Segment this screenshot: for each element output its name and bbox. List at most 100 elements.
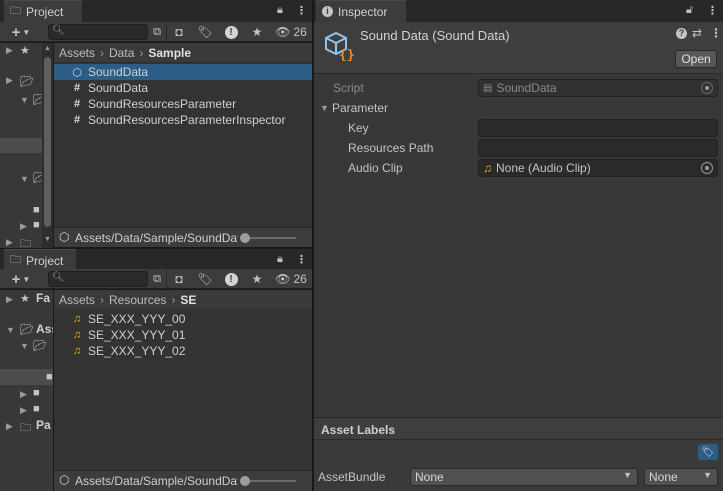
folder-icon: 🗀 — [10, 254, 21, 266]
assetbundle-dropdown[interactable]: None ▼ — [410, 468, 638, 486]
assetbundle-variant-dropdown[interactable]: None ▼ — [644, 468, 718, 486]
chevron-down-icon: ▼ — [22, 274, 31, 284]
scroll-up-arrow[interactable]: ▲ — [44, 45, 51, 52]
tree-expand-arrow[interactable]: ▶ — [20, 389, 27, 400]
preset-icon[interactable]: ⇄ — [692, 26, 702, 40]
asset-label-button[interactable]: 🏷︎ — [698, 444, 718, 460]
folder-icon: ■ — [33, 219, 40, 231]
list-item[interactable]: # SoundResourcesParameterInspector — [70, 112, 286, 128]
tree-scrollbar-thumb[interactable] — [44, 57, 51, 227]
favorite-button[interactable]: ★ — [248, 270, 266, 288]
filter-by-label-button[interactable]: 🏷︎ — [196, 270, 214, 288]
filter-by-type-button[interactable]: ◘ — [170, 270, 188, 288]
tree-label-favorites[interactable]: Fa — [36, 291, 50, 305]
shapes-icon: ◘ — [175, 25, 183, 39]
breadcrumb-assets[interactable]: Assets — [59, 46, 95, 60]
audio-clip-field[interactable]: ♫ None (Audio Clip) — [478, 159, 718, 177]
breadcrumb-chevron-icon: › — [171, 292, 176, 307]
list-item[interactable]: ⬡ SoundData — [54, 64, 312, 80]
tree-expand-arrow[interactable]: ▶ — [6, 421, 13, 432]
open-button[interactable]: Open — [675, 50, 717, 68]
help-icon[interactable]: ? — [676, 28, 687, 39]
tree-selected-row[interactable] — [0, 138, 42, 153]
list-item[interactable]: ♫ SE_XXX_YYY_02 — [70, 343, 186, 359]
csharp-script-icon: # — [73, 98, 81, 110]
tree-collapse-arrow[interactable]: ▼ — [20, 174, 29, 184]
project-top-folder-tree: ▶ ★ ▶ 📂︎ ▼ 📂︎ ▼ 📂︎ ■ ▶ ■ ▶ 🗀︎ ▲ ▼ — [0, 43, 53, 250]
filter-by-label-button[interactable]: 🏷︎ — [196, 23, 214, 41]
tree-expand-arrow[interactable]: ▶ — [6, 294, 13, 305]
more-menu-icon[interactable]: ⋮ — [296, 4, 307, 17]
icon-size-slider-handle[interactable] — [240, 233, 250, 243]
inspector-header: {} Sound Data (Sound Data) ? ⇄ ⋮ Open — [314, 22, 723, 74]
search-input[interactable]: 🔍︎ — [48, 24, 148, 40]
list-item[interactable]: # SoundResourcesParameter — [70, 96, 236, 112]
scroll-down-arrow[interactable]: ▼ — [44, 236, 51, 243]
inspector-title: Sound Data (Sound Data) — [360, 28, 510, 43]
star-icon: ★ — [251, 272, 263, 286]
tree-expand-arrow[interactable]: ▶ — [20, 221, 27, 232]
asset-name: SE_XXX_YYY_02 — [88, 344, 186, 358]
create-button[interactable]: + ▼ — [6, 270, 36, 288]
audio-clip-label: Audio Clip — [348, 161, 403, 175]
tree-expand-arrow[interactable]: ▶ — [6, 237, 13, 248]
resources-path-field[interactable] — [478, 139, 718, 157]
breadcrumb-chevron-icon: › — [100, 45, 105, 60]
more-menu-icon[interactable]: ⋮ — [707, 4, 718, 17]
tree-collapse-arrow[interactable]: ▼ — [20, 95, 29, 105]
tab-project-bottom-label: Project — [26, 253, 64, 268]
tree-expand-arrow[interactable]: ▶ — [6, 45, 13, 56]
project-top-footer: ⬡ Assets/Data/Sample/SoundData — [54, 227, 312, 247]
assetbundle-value: None — [415, 470, 444, 484]
filter-by-log-button[interactable]: ! — [222, 270, 240, 288]
foldout-arrow-icon[interactable]: ▼ — [320, 103, 329, 113]
tree-expand-arrow[interactable]: ▶ — [20, 405, 27, 416]
create-button[interactable]: + ▼ — [6, 23, 36, 41]
search-input[interactable]: 🔍︎ — [48, 271, 148, 287]
breadcrumb-data[interactable]: Data — [109, 46, 134, 60]
tab-project-top-label: Project — [26, 4, 64, 19]
search-by-type-button[interactable]: ⧉ — [150, 23, 164, 41]
script-label: Script — [333, 81, 364, 95]
lock-icon[interactable]: 🔓︎ — [686, 4, 693, 17]
list-item[interactable]: ♫ SE_XXX_YYY_00 — [70, 311, 186, 327]
component-menu-icon[interactable]: ⋮ — [710, 26, 722, 40]
favorite-button[interactable]: ★ — [248, 23, 266, 41]
tree-collapse-arrow[interactable]: ▼ — [20, 341, 29, 351]
breadcrumb-resources[interactable]: Resources — [109, 293, 166, 307]
tree-expand-arrow[interactable]: ▶ — [6, 75, 13, 86]
tab-inspector[interactable]: i Inspector — [316, 0, 406, 22]
lock-icon[interactable]: 🔒︎ — [277, 253, 283, 266]
object-picker-icon — [701, 82, 713, 94]
icon-size-slider-handle[interactable] — [240, 476, 250, 486]
project-bottom-asset-pane: Assets › Resources › SE ♫ SE_XXX_YYY_00 … — [54, 290, 312, 470]
list-item[interactable]: ♫ SE_XXX_YYY_01 — [70, 327, 186, 343]
tree-scrollbar[interactable]: ▲ ▼ — [42, 43, 53, 248]
tree-label-assets[interactable]: Ass — [36, 322, 53, 336]
audio-clip-icon: ♫ — [483, 161, 492, 175]
key-field[interactable] — [478, 119, 718, 137]
tree-label-packages[interactable]: Pa — [36, 418, 51, 432]
hidden-packages-toggle[interactable]: 👁︎ 26 — [272, 270, 310, 288]
eye-icon: 👁︎ — [275, 272, 291, 286]
search-by-type-button[interactable]: ⧉ — [150, 270, 164, 288]
tab-project-bottom[interactable]: 🗀 Project — [4, 249, 76, 271]
csharp-script-icon: # — [73, 114, 81, 126]
assetbundle-variant-value: None — [649, 470, 678, 484]
folder-icon: 🗀 — [10, 5, 21, 17]
breadcrumb-sample[interactable]: Sample — [148, 46, 191, 60]
breadcrumb-chevron-icon: › — [139, 45, 144, 60]
parameter-foldout[interactable]: Parameter — [332, 101, 388, 115]
hidden-packages-toggle[interactable]: 👁︎ 26 — [272, 23, 310, 41]
object-picker-icon[interactable] — [701, 162, 713, 174]
breadcrumb-se[interactable]: SE — [180, 293, 196, 307]
script-file-icon: ▤ — [483, 82, 493, 94]
list-item[interactable]: # SoundData — [70, 80, 148, 96]
tab-project-top[interactable]: 🗀 Project — [4, 0, 82, 22]
lock-icon[interactable]: 🔒︎ — [277, 4, 283, 17]
filter-by-log-button[interactable]: ! — [222, 23, 240, 41]
tree-collapse-arrow[interactable]: ▼ — [6, 325, 15, 335]
filter-by-type-button[interactable]: ◘ — [170, 23, 188, 41]
more-menu-icon[interactable]: ⋮ — [296, 253, 307, 266]
breadcrumb-assets[interactable]: Assets — [59, 293, 95, 307]
